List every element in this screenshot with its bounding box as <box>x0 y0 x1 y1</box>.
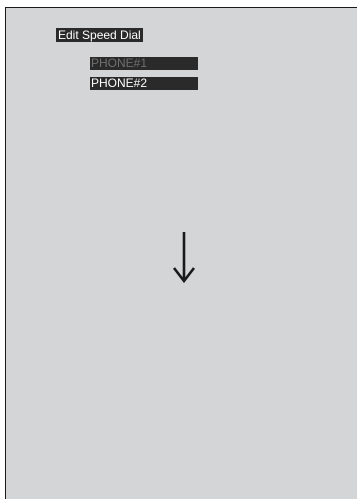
arrow-down-icon <box>172 232 196 284</box>
screen-title: Edit Speed Dial <box>56 28 143 42</box>
phone-item-2[interactable]: PHONE#2 <box>90 77 198 90</box>
speed-dial-screen: Edit Speed Dial PHONE#1 PHONE#2 <box>5 7 357 499</box>
phone-item-1[interactable]: PHONE#1 <box>90 57 198 70</box>
phone-list: PHONE#1 PHONE#2 <box>90 57 198 97</box>
